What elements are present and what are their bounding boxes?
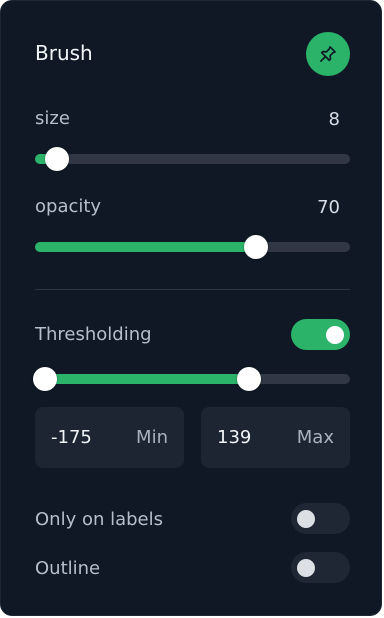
panel-title: Brush	[35, 41, 93, 65]
thresholding-toggle[interactable]	[291, 319, 350, 350]
opacity-value: 70	[317, 197, 340, 218]
outline-toggle[interactable]	[291, 552, 350, 583]
threshold-min-input[interactable]: -175 Min	[35, 407, 184, 468]
threshold-max-input[interactable]: 139 Max	[201, 407, 350, 468]
only-on-labels-label: Only on labels	[35, 509, 164, 530]
only-on-labels-toggle[interactable]	[291, 503, 350, 534]
threshold-max-thumb[interactable]	[237, 367, 262, 391]
threshold-min-thumb[interactable]	[33, 367, 57, 391]
size-label: size	[35, 108, 70, 129]
threshold-max-value: 139	[217, 427, 252, 448]
opacity-slider-thumb[interactable]	[243, 235, 268, 259]
toggle-knob	[297, 510, 315, 528]
outline-label: Outline	[35, 558, 101, 579]
threshold-min-value: -175	[51, 427, 92, 448]
size-slider-thumb[interactable]	[45, 147, 70, 171]
pin-icon	[318, 44, 338, 64]
threshold-min-unit: Min	[136, 427, 168, 448]
opacity-slider-fill	[35, 242, 261, 252]
brush-panel: Brush size 8 opacity 70 Thresholding -17…	[0, 0, 382, 616]
section-divider	[35, 289, 350, 290]
size-slider-track[interactable]	[35, 154, 350, 164]
pin-button[interactable]	[306, 32, 350, 76]
size-value: 8	[328, 109, 340, 130]
threshold-max-unit: Max	[296, 427, 334, 448]
toggle-knob	[297, 559, 315, 577]
threshold-range-fill	[35, 374, 250, 384]
toggle-knob	[326, 326, 344, 344]
thresholding-label: Thresholding	[35, 324, 152, 345]
opacity-label: opacity	[35, 196, 102, 217]
